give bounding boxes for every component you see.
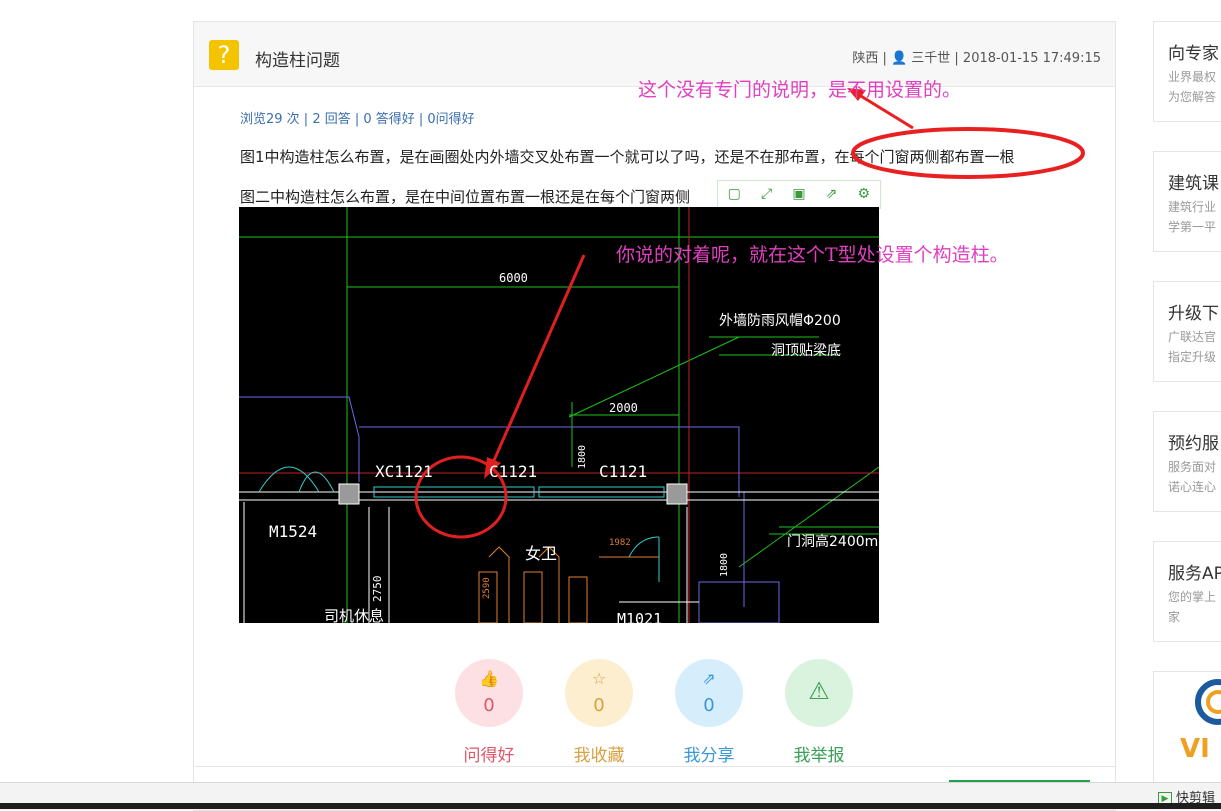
vip-label: VI (1180, 734, 1210, 764)
annotation-note-top: 这个没有专门的说明，是不用设置的。 (638, 79, 962, 101)
sidebar-card-title: 预约服 (1168, 434, 1219, 454)
sidebar-card-desc: 广联达官 (1168, 330, 1217, 344)
sidebar-card-desc: 家 (1168, 610, 1181, 624)
annotation-overlay (847, 88, 1085, 179)
sidebar-card-upgrade[interactable]: 升级下 广联达官 指定升级 (1153, 281, 1221, 382)
sidebar-card-desc: 诺心连心 (1168, 480, 1217, 494)
sidebar-card-app[interactable]: 服务AP 您的掌上 家 (1153, 541, 1221, 642)
annotation-note-mid: 你说的对着呢，就在这个T型处设置个构造柱。 (616, 244, 1009, 266)
sidebar-card-title: 服务AP (1168, 564, 1221, 584)
sidebar-card-desc: 指定升级 (1168, 350, 1217, 364)
sidebar-card-desc: 建筑行业 (1168, 200, 1217, 214)
sidebar-card-course[interactable]: 建筑课 建筑行业 学第一平 (1153, 151, 1221, 252)
sidebar-card-desc: 您的掌上 (1168, 590, 1217, 604)
sidebar-card-title: 向专家 (1168, 44, 1219, 64)
sidebar-card-title: 升级下 (1168, 304, 1219, 324)
sidebar-card-vip[interactable]: VI (1153, 671, 1221, 783)
sidebar-card-desc: 学第一平 (1168, 220, 1217, 234)
sidebar-card-booking[interactable]: 预约服 服务面对 诺心连心 (1153, 411, 1221, 512)
vip-logo (1195, 679, 1221, 725)
sidebar-card-expert[interactable]: 向专家 业界最权 为您解答 (1153, 21, 1221, 122)
sidebar-card-title: 建筑课 (1168, 174, 1219, 194)
taskbar (0, 803, 1221, 809)
sidebar-card-desc: 服务面对 (1168, 460, 1217, 474)
sidebar-card-desc: 为您解答 (1168, 90, 1217, 104)
sidebar-card-desc: 业界最权 (1168, 70, 1217, 84)
